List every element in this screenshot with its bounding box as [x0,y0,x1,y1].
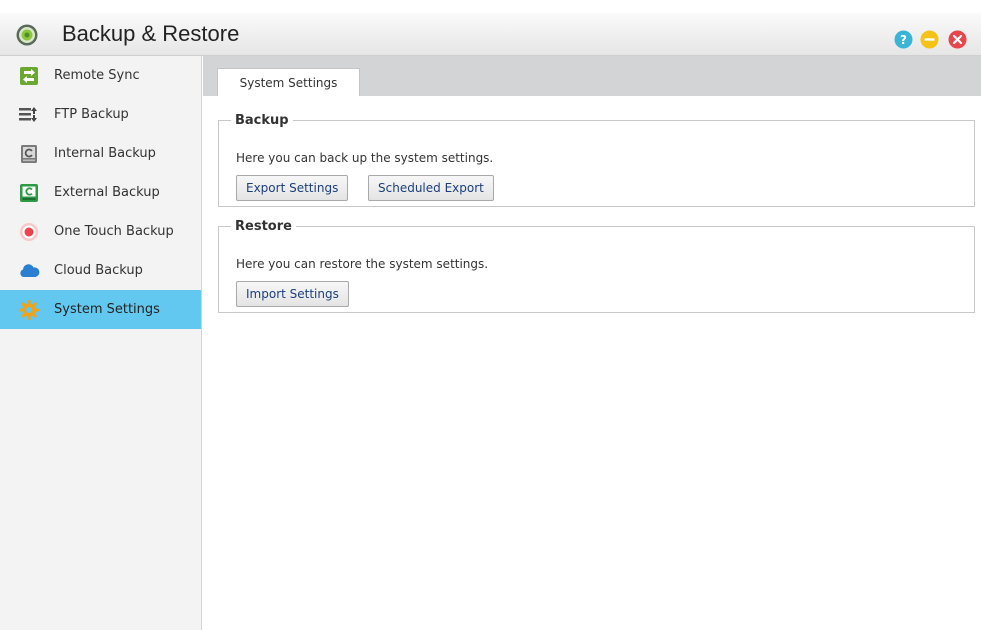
restore-group-title: Restore [235,219,292,234]
sidebar-item-label: One Touch Backup [54,224,174,239]
one-touch-backup-icon [18,221,40,243]
sidebar-item-one-touch-backup[interactable]: One Touch Backup [0,212,201,251]
main-panel: System Settings Backup Here you can back… [203,56,981,630]
tab-system-settings[interactable]: System Settings [217,68,360,96]
sidebar-item-label: Internal Backup [54,146,156,161]
sidebar-item-system-settings[interactable]: System Settings [0,290,201,329]
remote-sync-icon [18,65,40,87]
backup-group: Backup Here you can back up the system s… [218,113,975,207]
external-backup-icon [18,182,40,204]
backup-description: Here you can back up the system settings… [236,151,494,165]
close-icon[interactable] [948,30,967,49]
sidebar-item-label: Cloud Backup [54,263,143,278]
ftp-backup-icon [18,104,40,126]
app-logo-icon [16,24,38,46]
help-icon[interactable]: ? [894,30,913,49]
title-bar: Backup & Restore ? [0,13,981,56]
sidebar-item-label: Remote Sync [54,68,140,83]
sidebar-item-label: System Settings [54,302,160,317]
restore-description: Here you can restore the system settings… [236,257,489,271]
restore-group: Restore Here you can restore the system … [218,219,975,313]
minimize-icon[interactable] [920,30,939,49]
import-settings-button[interactable]: Import Settings [236,281,349,307]
backup-restore-window: Backup & Restore ? Remote Sync FTP Backu… [0,0,981,630]
sidebar: Remote Sync FTP Backup Internal Backup E… [0,56,202,630]
system-settings-icon [18,299,40,321]
scheduled-export-button[interactable]: Scheduled Export [368,175,494,201]
window-title: Backup & Restore [62,21,240,46]
sidebar-item-cloud-backup[interactable]: Cloud Backup [0,251,201,290]
export-settings-button[interactable]: Export Settings [236,175,349,201]
sidebar-item-label: FTP Backup [54,107,129,122]
backup-group-title: Backup [235,113,289,128]
sidebar-item-label: External Backup [54,185,160,200]
sidebar-item-external-backup[interactable]: External Backup [0,173,201,212]
sidebar-item-remote-sync[interactable]: Remote Sync [0,56,201,95]
tab-bar: System Settings [203,56,981,96]
sidebar-item-ftp-backup[interactable]: FTP Backup [0,95,201,134]
internal-backup-icon [18,143,40,165]
svg-text:?: ? [900,33,907,47]
sidebar-item-internal-backup[interactable]: Internal Backup [0,134,201,173]
cloud-backup-icon [18,260,40,282]
